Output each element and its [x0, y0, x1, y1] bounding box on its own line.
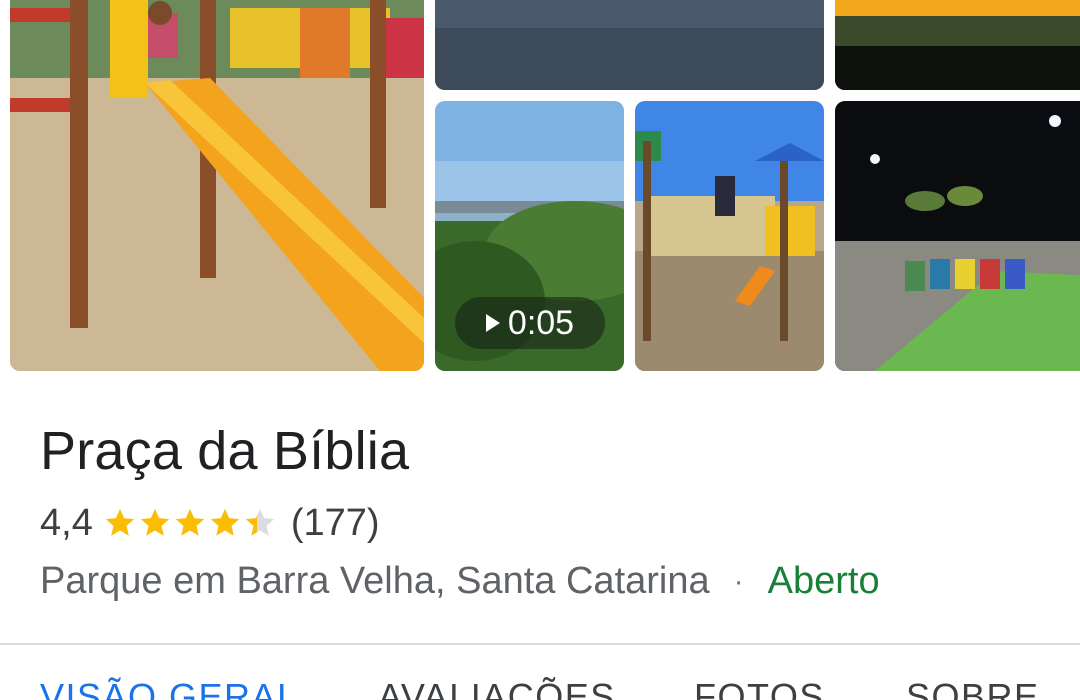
divider: [0, 643, 1080, 645]
category-location: Parque em Barra Velha, Santa Catarina: [40, 560, 710, 602]
photo-gallery: 0:05: [0, 0, 1080, 372]
video-duration: 0:05: [507, 303, 575, 342]
photo-playground-slide[interactable]: [10, 0, 424, 371]
star-icon: [245, 508, 274, 536]
tab-bar: VISÃO GERAL AVALIAÇÕES FOTOS SOBRE: [0, 676, 1080, 700]
photo-water[interactable]: [435, 0, 824, 90]
separator: ·: [733, 564, 744, 598]
open-status[interactable]: Aberto: [768, 560, 880, 603]
star-icon: [105, 508, 134, 536]
tab-reviews[interactable]: AVALIAÇÕES: [378, 676, 616, 700]
play-icon: [485, 314, 500, 332]
tab-about[interactable]: SOBRE: [906, 676, 1040, 700]
rating-row[interactable]: 4,4 (177): [40, 500, 380, 546]
rating-value: 4,4: [40, 501, 93, 544]
tab-overview[interactable]: VISÃO GERAL: [40, 676, 299, 700]
star-icon: [140, 508, 169, 536]
photo-night-park[interactable]: [835, 101, 1080, 371]
video-duration-badge: 0:05: [455, 297, 605, 349]
rating-stars: [103, 506, 277, 540]
tab-photos[interactable]: FOTOS: [694, 676, 825, 700]
photo-sunset[interactable]: [835, 0, 1080, 90]
star-icon: [210, 508, 239, 536]
place-title: Praça da Bíblia: [40, 421, 410, 481]
star-icon: [175, 508, 204, 536]
video-thumbnail[interactable]: 0:05: [435, 101, 624, 371]
category-row: Parque em Barra Velha, Santa Catarina · …: [40, 560, 880, 603]
review-count[interactable]: (177): [291, 502, 380, 545]
photo-playground-structure[interactable]: [635, 101, 824, 371]
